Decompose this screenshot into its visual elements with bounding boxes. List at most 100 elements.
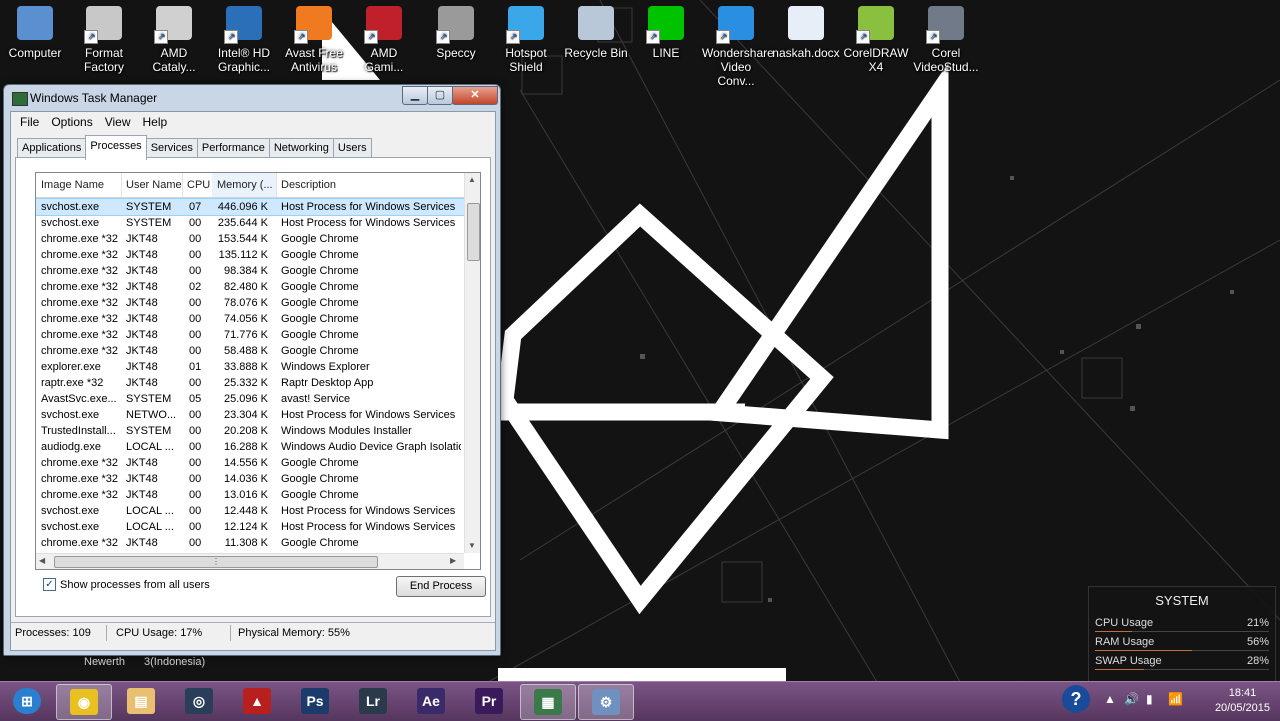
taskbar-task-manager-button[interactable]: ▦: [520, 684, 576, 720]
help-icon[interactable]: ?: [1062, 685, 1090, 713]
desktop-icon-amd-gami[interactable]: ↗ AMD Gami...: [350, 4, 418, 74]
taskbar-photoshop-button[interactable]: Ps: [288, 684, 342, 718]
column-image-name[interactable]: Image Name: [36, 173, 122, 197]
app-icon: ↗: [436, 6, 474, 44]
horizontal-scrollbar[interactable]: ◀ ⋮ ▶: [36, 553, 464, 569]
taskbar-assassin-button[interactable]: ▲: [230, 684, 284, 718]
widget-row-swap-usage: SWAP Usage 28%: [1095, 655, 1269, 671]
tab-applications[interactable]: Applications: [17, 138, 87, 158]
maximize-button[interactable]: ▢: [427, 86, 453, 105]
table-row[interactable]: chrome.exe *32 JKT48 00 153.544 K Google Chr…: [36, 231, 464, 247]
desktop-icon-wondershare-video-conv[interactable]: ↗ Wondershare Video Conv...: [702, 4, 774, 88]
column-user-name[interactable]: User Name: [121, 173, 183, 197]
show-hidden-icons-icon[interactable]: ▲: [1104, 692, 1116, 706]
column-description[interactable]: Description: [276, 173, 465, 197]
vertical-scroll-thumb[interactable]: [467, 203, 480, 261]
table-row[interactable]: chrome.exe *32 JKT48 00 58.488 K Google Chro…: [36, 343, 464, 359]
table-row[interactable]: chrome.exe *32 JKT48 00 74.056 K Google Chro…: [36, 311, 464, 327]
horizontal-scroll-thumb[interactable]: ⋮: [54, 556, 378, 568]
tab-performance[interactable]: Performance: [196, 138, 270, 158]
desktop-icon-computer[interactable]: Computer: [1, 4, 69, 60]
widget-title: SYSTEM: [1155, 593, 1209, 608]
table-row[interactable]: raptr.exe *32 JKT48 00 25.332 K Raptr Deskto…: [36, 375, 464, 391]
network-icon[interactable]: 📶: [1168, 692, 1183, 706]
taskbar-start-button[interactable]: ⊞: [0, 684, 54, 718]
table-row[interactable]: svchost.exe SYSTEM 00 235.644 K Host Process…: [36, 215, 464, 231]
desktop-icon-intel-hd-graphic[interactable]: ↗ Intel® HD Graphic...: [210, 4, 278, 74]
show-all-users-checkbox[interactable]: ✓ Show processes from all users: [43, 578, 210, 591]
column-cpu[interactable]: CPU: [182, 173, 213, 197]
scroll-left-arrow-icon[interactable]: ◀: [39, 556, 45, 565]
desktop-icon-amd-cataly[interactable]: ↗ AMD Cataly...: [140, 4, 208, 74]
cell-mem: 16.288 K: [223, 441, 268, 453]
tab-processes[interactable]: Processes: [85, 135, 147, 160]
desktop-icon-hotspot-shield[interactable]: ↗ Hotspot Shield: [492, 4, 560, 74]
cell-name: chrome.exe *32: [41, 537, 119, 549]
cell-desc: Google Chrome: [281, 249, 359, 261]
table-row[interactable]: chrome.exe *32 JKT48 00 98.384 K Google Chro…: [36, 263, 464, 279]
checkbox-check-icon[interactable]: ✓: [43, 578, 56, 591]
table-row[interactable]: chrome.exe *32 JKT48 00 11.308 K Google Chro…: [36, 535, 464, 551]
menu-view[interactable]: View: [99, 112, 137, 132]
table-row[interactable]: chrome.exe *32 JKT48 00 78.076 K Google Chro…: [36, 295, 464, 311]
close-button[interactable]: ✕: [452, 86, 498, 105]
table-row[interactable]: svchost.exe SYSTEM 07 446.096 K Host Process…: [36, 198, 465, 216]
desktop-icon-coreldraw-x4[interactable]: ↗ CorelDRAW X4: [842, 4, 910, 74]
tab-networking[interactable]: Networking: [268, 138, 334, 158]
table-row[interactable]: explorer.exe JKT48 01 33.888 K Windows Explo…: [36, 359, 464, 375]
table-row[interactable]: chrome.exe *32 JKT48 00 13.016 K Google Chro…: [36, 487, 464, 503]
desktop-icon-line[interactable]: ↗ LINE: [632, 4, 700, 60]
desktop-icon-recycle-bin[interactable]: Recycle Bin: [562, 4, 630, 60]
scroll-right-arrow-icon[interactable]: ▶: [450, 556, 456, 565]
taskbar-explorer-button[interactable]: ▤: [114, 684, 168, 718]
column-memory[interactable]: Memory (...: [212, 173, 277, 197]
desktop-icon-naskah-docx[interactable]: naskah.docx: [772, 4, 840, 60]
desktop-icon-avast-free-antivirus[interactable]: ↗ Avast Free Antivirus: [280, 4, 348, 74]
task-manager-window[interactable]: Windows Task Manager ▁ ▢ ✕ File Options …: [3, 84, 501, 656]
cell-mem: 58.488 K: [223, 345, 268, 357]
table-row[interactable]: AvastSvc.exe... SYSTEM 05 25.096 Kavast! Se…: [36, 391, 464, 407]
power-icon[interactable]: ▮: [1146, 692, 1153, 706]
volume-icon[interactable]: 🔊: [1124, 692, 1139, 706]
scroll-down-arrow-icon[interactable]: ▼: [468, 541, 476, 550]
table-row[interactable]: svchost.exe NETWO... 00 23.304 K Host Proces…: [36, 407, 464, 423]
taskbar-chrome-button[interactable]: ◉: [56, 684, 112, 720]
title-bar[interactable]: Windows Task Manager ▁ ▢ ✕: [4, 85, 500, 109]
taskbar-after-effects-button[interactable]: Ae: [404, 684, 458, 718]
widget-row-label: RAM Usage: [1095, 636, 1155, 648]
menu-file[interactable]: File: [14, 112, 45, 132]
table-row[interactable]: TrustedInstall... SYSTEM 00 20.208 K Windows…: [36, 423, 464, 439]
cell-user: JKT48: [126, 249, 158, 261]
vertical-scrollbar[interactable]: ▲ ▼: [464, 173, 480, 553]
desktop-icon-corel-videostud[interactable]: ↗ Corel VideoStud...: [912, 4, 980, 74]
taskbar-premiere-button[interactable]: Pr: [462, 684, 516, 718]
table-row[interactable]: chrome.exe *32 JKT48 00 14.556 K Google Chro…: [36, 455, 464, 471]
tab-services[interactable]: Services: [145, 138, 198, 158]
menu-options[interactable]: Options: [45, 112, 98, 132]
table-row[interactable]: svchost.exe LOCAL ... 00 12.448 K Host Proce…: [36, 503, 464, 519]
table-row[interactable]: chrome.exe *32 JKT48 00 71.776 K Google Chro…: [36, 327, 464, 343]
table-row[interactable]: audiodg.exe LOCAL ... 00 16.288 K Windows Au…: [36, 439, 464, 455]
clock[interactable]: 18:41 20/05/2015: [1215, 686, 1270, 716]
taskbar-steam-button[interactable]: ◎: [172, 684, 226, 718]
widget-row-ram-usage: RAM Usage 56%: [1095, 636, 1269, 652]
cell-user: JKT48: [126, 265, 158, 277]
table-row[interactable]: svchost.exe LOCAL ... 00 12.124 K Host Proce…: [36, 519, 464, 535]
scroll-up-arrow-icon[interactable]: ▲: [468, 175, 476, 184]
tab-users[interactable]: Users: [332, 138, 372, 158]
menu-help[interactable]: Help: [137, 112, 174, 132]
widget-row-value: 28%: [1246, 655, 1269, 667]
table-row[interactable]: chrome.exe *32 JKT48 00 14.036 K Google Chro…: [36, 471, 464, 487]
desktop-icon-speccy[interactable]: ↗ Speccy: [422, 4, 490, 60]
column-headers: Image Name User Name CPU Memory (... Des…: [36, 173, 465, 198]
taskbar-settings-button[interactable]: ⚙: [578, 684, 634, 720]
desktop-icon-format-factory[interactable]: ↗ Format Factory: [70, 4, 138, 74]
table-row[interactable]: chrome.exe *32 JKT48 00 135.112 K Google Chr…: [36, 247, 464, 263]
cell-mem: 14.556 K: [223, 457, 268, 469]
process-list[interactable]: Image Name User Name CPU Memory (... Des…: [35, 172, 481, 570]
taskbar-lightroom-button[interactable]: Lr: [346, 684, 400, 718]
table-row[interactable]: chrome.exe *32 JKT48 02 82.480 K Google Chro…: [36, 279, 464, 295]
minimize-button[interactable]: ▁: [402, 86, 428, 105]
end-process-button[interactable]: End Process: [396, 576, 486, 597]
cell-mem: 14.036 K: [223, 473, 268, 485]
